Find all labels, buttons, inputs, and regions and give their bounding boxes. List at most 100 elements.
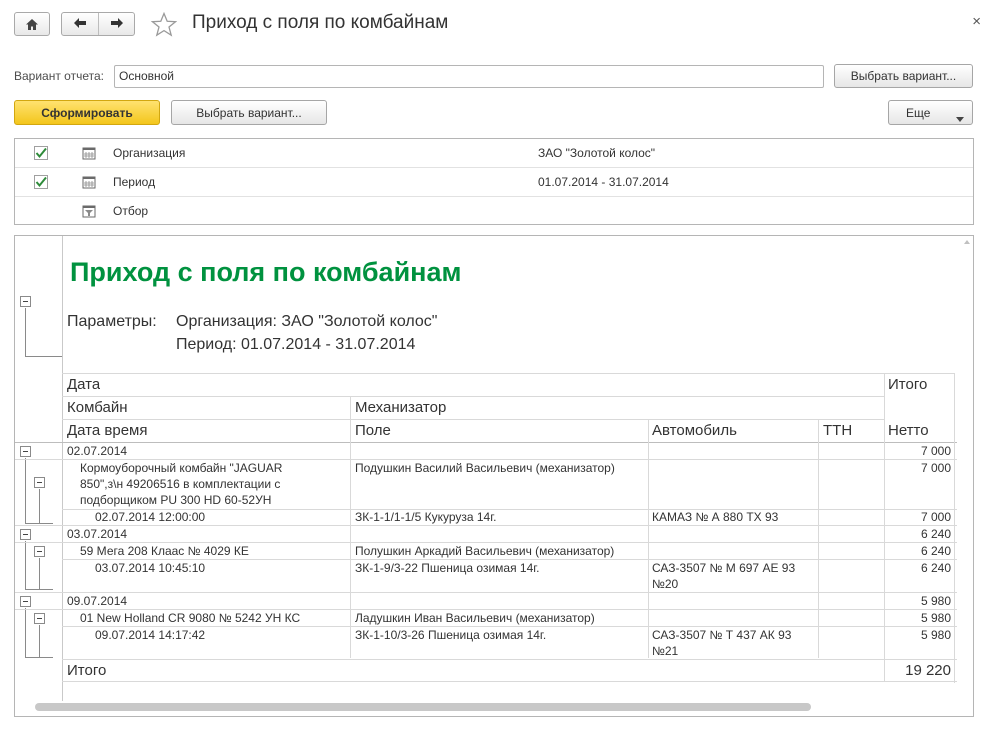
settings-value[interactable]: 01.07.2014 - 31.07.2014	[538, 175, 669, 189]
detail-net: 7 000	[920, 510, 951, 524]
group-date: 09.07.2014	[67, 594, 128, 608]
checkbox-checked-icon[interactable]	[34, 146, 48, 160]
combine-line: 850",з\н 49206516 в комплектации с	[80, 477, 281, 491]
grid-line	[15, 592, 957, 593]
settings-name: Организация	[113, 146, 186, 160]
group-bracket	[39, 625, 53, 658]
collapse-combine-toggle[interactable]	[34, 477, 45, 488]
combine-line: Кормоуборочный комбайн "JAGUAR	[80, 461, 283, 475]
settings-row-organization[interactable]: Организация ЗАО "Золотой колос"	[15, 139, 973, 168]
detail-datetime: 02.07.2014 12:00:00	[95, 510, 206, 524]
detail-datetime: 09.07.2014 14:17:42	[95, 628, 206, 642]
calendar-icon	[82, 146, 96, 160]
grand-total-value: 19 220	[905, 662, 951, 679]
detail-net: 6 240	[920, 561, 951, 575]
report-title: Приход с поля по комбайнам	[70, 257, 462, 287]
grid-line	[62, 373, 954, 374]
grid-line	[15, 459, 957, 460]
settings-name: Отбор	[113, 204, 149, 218]
detail-datetime: 03.07.2014 10:45:10	[95, 561, 206, 575]
group-bracket	[39, 489, 53, 524]
header-combine: Комбайн	[67, 399, 128, 416]
params-label: Параметры:	[67, 313, 157, 330]
header-vehicle: Автомобиль	[652, 422, 737, 439]
combine-total: 5 980	[920, 611, 951, 625]
arrow-right-icon	[110, 17, 124, 32]
grid-line	[62, 559, 957, 560]
grid-line	[15, 542, 957, 543]
detail-vehicle: №21	[652, 644, 679, 658]
combine-total: 6 240	[920, 544, 951, 558]
select-variant-top-button[interactable]: Выбрать вариант...	[834, 64, 973, 88]
group-total: 7 000	[920, 444, 951, 458]
collapse-combine-toggle[interactable]	[34, 546, 45, 557]
settings-row-period[interactable]: Период 01.07.2014 - 31.07.2014	[15, 168, 973, 197]
collapse-header-toggle[interactable]	[20, 296, 31, 307]
group-date: 02.07.2014	[67, 444, 128, 458]
header-field: Поле	[355, 422, 391, 439]
history-nav	[61, 12, 135, 36]
grid-line	[884, 373, 885, 681]
header-datetime: Дата время	[67, 422, 148, 439]
horizontal-scrollbar[interactable]	[35, 703, 811, 711]
grid-line	[648, 419, 649, 658]
checkbox-checked-icon[interactable]	[34, 175, 48, 189]
header-operator: Механизатор	[355, 399, 447, 416]
back-button[interactable]	[62, 13, 98, 35]
detail-field: ЗК-1-9/3-22 Пшеница озимая 14г.	[355, 561, 540, 575]
home-button[interactable]	[14, 12, 50, 36]
collapse-date-toggle[interactable]	[20, 529, 31, 540]
more-button[interactable]: Еще	[888, 100, 973, 125]
generate-button[interactable]: Сформировать	[14, 100, 160, 125]
settings-name: Период	[113, 175, 156, 189]
group-total: 5 980	[920, 594, 951, 608]
operator-name: Ладушкин Иван Васильевич (механизатор)	[355, 611, 595, 625]
detail-vehicle: №20	[652, 577, 679, 591]
detail-field: ЗК-1-10/3-26 Пшеница озимая 14г.	[355, 628, 547, 642]
header-ttn: ТТН	[823, 422, 853, 439]
header-total: Итого	[888, 376, 928, 393]
combine-line: подборщиком PU 300 HD 60-52УН	[80, 493, 272, 507]
combine-total: 7 000	[920, 461, 951, 475]
group-bracket	[25, 458, 39, 524]
grid-line	[818, 419, 819, 658]
report-area[interactable]: Приход с поля по комбайнам Параметры: Ор…	[14, 235, 974, 717]
grid-line	[62, 396, 884, 397]
settings-value[interactable]: ЗАО "Золотой колос"	[538, 146, 655, 160]
grid-line	[62, 626, 957, 627]
group-bracket	[25, 308, 62, 357]
scroll-up-icon[interactable]	[964, 240, 970, 244]
collapse-date-toggle[interactable]	[20, 596, 31, 607]
select-variant-button[interactable]: Выбрать вариант...	[171, 100, 327, 125]
grid-line	[62, 659, 957, 660]
close-icon[interactable]: ×	[972, 13, 981, 30]
combine-line: 59 Мега 208 Клаас № 4029 КЕ	[80, 544, 249, 558]
detail-field: ЗК-1-1/1-1/5 Кукуруза 14г.	[355, 510, 497, 524]
star-icon[interactable]	[150, 11, 178, 40]
header-date: Дата	[67, 376, 101, 393]
collapse-combine-toggle[interactable]	[34, 613, 45, 624]
param-organization: Организация: ЗАО "Золотой колос"	[176, 313, 438, 330]
collapse-date-toggle[interactable]	[20, 446, 31, 457]
grand-total-label: Итого	[67, 662, 107, 679]
group-total: 6 240	[920, 527, 951, 541]
grid-line	[15, 442, 957, 443]
forward-button[interactable]	[98, 13, 134, 35]
param-period: Период: 01.07.2014 - 31.07.2014	[176, 336, 416, 353]
grid-line	[62, 681, 957, 682]
window-title: Приход с поля по комбайнам	[192, 12, 449, 33]
detail-vehicle: КАМАЗ № А 880 ТХ 93	[652, 510, 779, 524]
grid-line	[954, 373, 955, 683]
grid-line	[15, 525, 957, 526]
group-bracket	[39, 558, 53, 590]
more-label: Еще	[906, 105, 931, 120]
settings-panel: Организация ЗАО "Золотой колос" Период 0…	[14, 138, 974, 225]
home-icon	[25, 18, 39, 31]
filter-icon	[82, 204, 96, 218]
variant-label: Вариант отчета:	[14, 69, 104, 83]
grid-line	[350, 396, 351, 658]
variant-field[interactable]: Основной	[114, 65, 824, 88]
arrow-left-icon	[73, 17, 87, 32]
settings-row-filter[interactable]: Отбор	[15, 197, 973, 226]
grid-line	[15, 609, 957, 610]
